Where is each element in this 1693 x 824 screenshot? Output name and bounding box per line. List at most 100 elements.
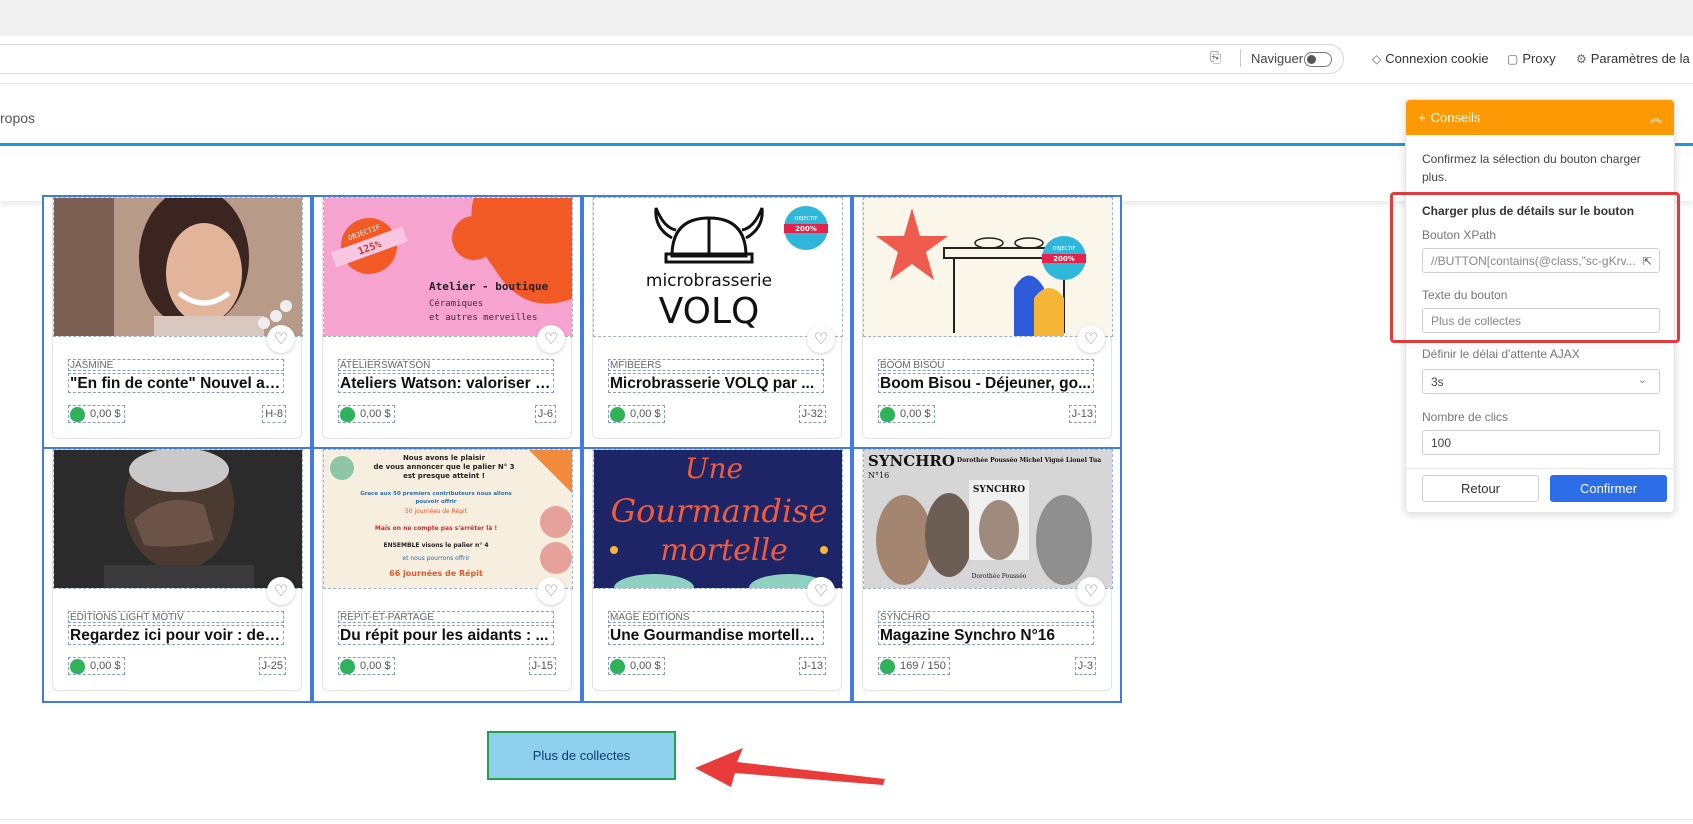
- nav-link-about[interactable]: ropos: [0, 110, 35, 126]
- synchro-names-text: Dorothée Pousséo Michel Vigné Lionel Tua: [957, 457, 1101, 464]
- xpath-value: //BUTTON[contains(@class,"sc-gKrv...: [1431, 253, 1636, 268]
- egg-icon: [340, 658, 355, 674]
- card-body: SYNCHRO N°16 Dorothée Pousséo Michel Vig…: [862, 449, 1113, 691]
- favorite-heart-icon[interactable]: ♡: [267, 325, 295, 353]
- card-days-left: J-25: [258, 657, 286, 675]
- button-text-value: Plus de collectes: [1431, 313, 1522, 328]
- campaign-card[interactable]: SYNCHRO N°16 Dorothée Pousséo Michel Vig…: [852, 447, 1122, 703]
- card-amount: 0,00 $: [68, 657, 125, 675]
- address-bar[interactable]: [0, 44, 1344, 74]
- card-title[interactable]: Microbrasserie VOLQ par ...: [608, 373, 824, 393]
- card-image[interactable]: microbrasserie VOLQ OBJECTIF 200%: [593, 197, 843, 337]
- proxy-button[interactable]: ▢ Proxy: [1507, 51, 1556, 66]
- card-title[interactable]: Regardez ici pour voir : des ...: [68, 625, 284, 645]
- volq-image: microbrasserie VOLQ OBJECTIF 200%: [594, 198, 842, 336]
- card-days-left: J-13: [1068, 405, 1096, 423]
- card-body: Nous avons le plaisir de vous annoncer q…: [322, 449, 573, 691]
- repit-text: 66 journées de Répit: [389, 568, 483, 578]
- browser-chrome: [0, 0, 1693, 36]
- amount-value: 169 / 150: [900, 660, 946, 672]
- amount-value: 0,00 $: [90, 660, 121, 672]
- card-image[interactable]: Une Gourmandise mortelle: [593, 449, 843, 589]
- card-title[interactable]: Boom Bisou - Déjeuner, go...: [878, 373, 1094, 393]
- card-title[interactable]: "En fin de conte" Nouvel alb...: [68, 373, 284, 393]
- card-image[interactable]: Nous avons le plaisir de vous annoncer q…: [323, 449, 573, 589]
- card-body: Une Gourmandise mortelle ♡ MAGE EDITIONS…: [592, 449, 843, 691]
- chevron-down-icon: ⌄: [1637, 374, 1647, 386]
- tips-panel-header[interactable]: + Conseils ︽: [1406, 100, 1674, 135]
- amount-value: 0,00 $: [630, 408, 661, 420]
- xpath-label: Bouton XPath: [1422, 228, 1497, 242]
- card-title[interactable]: Ateliers Watson: valoriser l'...: [338, 373, 554, 393]
- amount-value: 0,00 $: [360, 660, 391, 672]
- card-amount: 0,00 $: [338, 405, 395, 423]
- click-count-input[interactable]: 100: [1422, 430, 1660, 455]
- tips-panel: + Conseils ︽ Confirmez la sélection du b…: [1390, 99, 1680, 513]
- click-count-value: 100: [1431, 435, 1452, 450]
- volq-brand-text: VOLQ: [659, 291, 760, 332]
- atelier-sub-text: Céramiques: [429, 298, 483, 309]
- campaign-card[interactable]: ♡ JASMINE "En fin de conte" Nouvel alb..…: [42, 195, 312, 451]
- card-organization: REPIT-ET-PARTAGE: [338, 611, 554, 623]
- navigate-toggle[interactable]: [1304, 52, 1332, 67]
- card-body: OBJECTIF 200% ♡ BOOM BISOU Boom Bisou - …: [862, 197, 1113, 439]
- favorite-heart-icon[interactable]: ♡: [537, 577, 565, 605]
- campaign-card[interactable]: OBJECTIF 200% ♡ BOOM BISOU Boom Bisou - …: [852, 195, 1122, 451]
- shield-icon: ◇: [1372, 51, 1382, 66]
- card-image[interactable]: SYNCHRO N°16 Dorothée Pousséo Michel Vig…: [863, 449, 1113, 589]
- campaign-card[interactable]: Nous avons le plaisir de vous annoncer q…: [312, 447, 582, 703]
- favorite-heart-icon[interactable]: ♡: [1077, 577, 1105, 605]
- card-image[interactable]: OBJECTIF 200%: [863, 197, 1113, 337]
- section-title: Charger plus de détails sur le bouton: [1422, 204, 1635, 218]
- campaign-card[interactable]: Une Gourmandise mortelle ♡ MAGE EDITIONS…: [582, 447, 852, 703]
- atelier-image: OBJECTIF 125% Atelier - boutique Céramiq…: [324, 198, 572, 336]
- amount-value: 0,00 $: [900, 408, 931, 420]
- red-arrow-annotation: [695, 748, 885, 787]
- card-days-left: J-32: [798, 405, 826, 423]
- element-picker-icon[interactable]: ⇱: [1643, 255, 1652, 268]
- repit-text: ENSEMBLE visons le palier n° 4: [383, 542, 488, 549]
- card-days-left: J-13: [798, 657, 826, 675]
- favorite-heart-icon[interactable]: ♡: [267, 577, 295, 605]
- load-more-button[interactable]: Plus de collectes: [487, 731, 676, 780]
- campaign-card[interactable]: ♡ EDITIONS LIGHT MOTIV Regardez ici pour…: [42, 447, 312, 703]
- egg-icon: [880, 658, 895, 674]
- card-organization: BOOM BISOU: [878, 359, 1094, 371]
- favorite-heart-icon[interactable]: ♡: [807, 325, 835, 353]
- gourmandise-text: Gourmandise: [611, 492, 828, 530]
- xpath-input[interactable]: //BUTTON[contains(@class,"sc-gKrv... ⇱: [1422, 248, 1660, 273]
- toolbar-divider: [1240, 49, 1241, 67]
- confirm-button[interactable]: Confirmer: [1550, 475, 1667, 502]
- card-body: microbrasserie VOLQ OBJECTIF 200% ♡ MFIB…: [592, 197, 843, 439]
- amount-value: 0,00 $: [630, 660, 661, 672]
- portrait-man-image: [54, 450, 302, 588]
- synchro-caption-text: Dorothée Pousséo: [972, 573, 1027, 580]
- synchro-number-text: N°16: [868, 471, 889, 480]
- task-settings-button[interactable]: ⚙ Paramètres de la t: [1576, 51, 1693, 66]
- favorite-heart-icon[interactable]: ♡: [807, 577, 835, 605]
- card-days-left: J-3: [1074, 657, 1096, 675]
- page-code-icon[interactable]: ⎘: [1210, 49, 1221, 66]
- collapse-chevron-icon[interactable]: ︽: [1650, 109, 1662, 126]
- card-image[interactable]: [53, 449, 303, 589]
- cookie-login-button[interactable]: ◇ Connexion cookie: [1372, 51, 1489, 66]
- portrait-woman-image: [54, 198, 302, 336]
- ajax-timeout-select[interactable]: 3s ⌄: [1422, 369, 1660, 394]
- card-title[interactable]: Magazine Synchro N°16: [878, 625, 1094, 645]
- campaign-card[interactable]: OBJECTIF 125% Atelier - boutique Céramiq…: [312, 195, 582, 451]
- card-title[interactable]: Une Gourmandise mortelle ...: [608, 625, 824, 645]
- back-button[interactable]: Retour: [1422, 475, 1539, 502]
- egg-icon: [70, 658, 85, 674]
- card-title[interactable]: Du répit pour les aidants : ...: [338, 625, 554, 645]
- repit-text: et nous pourrons offrir: [402, 555, 470, 562]
- card-image[interactable]: OBJECTIF 125% Atelier - boutique Céramiq…: [323, 197, 573, 337]
- card-amount: 0,00 $: [878, 405, 935, 423]
- campaign-card[interactable]: microbrasserie VOLQ OBJECTIF 200% ♡ MFIB…: [582, 195, 852, 451]
- card-body: ♡ EDITIONS LIGHT MOTIV Regardez ici pour…: [52, 449, 303, 691]
- repit-text: Grace aux 50 premiers contributeurs nous…: [360, 491, 512, 497]
- favorite-heart-icon[interactable]: ♡: [1077, 325, 1105, 353]
- card-image[interactable]: [53, 197, 303, 337]
- gourmandise-text: mortelle: [660, 533, 788, 568]
- button-text-input[interactable]: Plus de collectes: [1422, 308, 1660, 333]
- favorite-heart-icon[interactable]: ♡: [537, 325, 565, 353]
